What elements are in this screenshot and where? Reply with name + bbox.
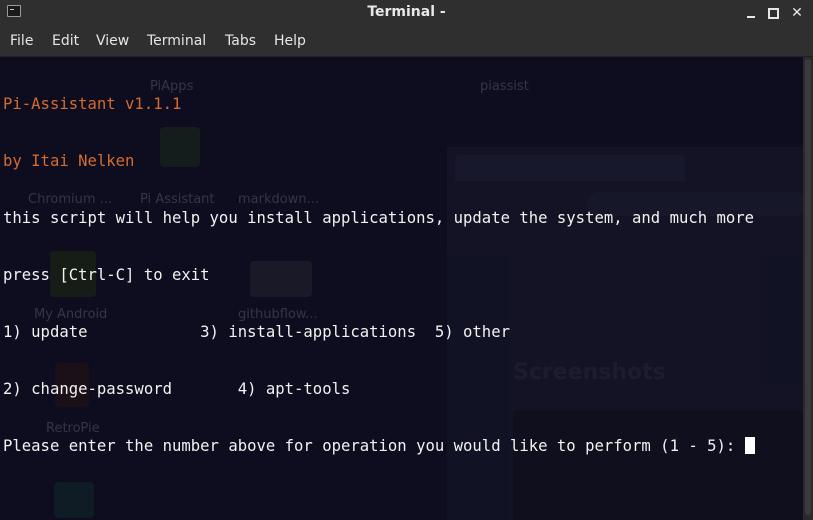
terminal-window: Terminal - ✕ File Edit View Terminal Tab… (0, 0, 813, 520)
terminal-line-description: this script will help you install applic… (3, 209, 755, 227)
minimize-button[interactable] (742, 4, 760, 22)
menu-help[interactable]: Help (274, 33, 306, 49)
window-title: Terminal - (367, 4, 446, 20)
scrollbar[interactable] (803, 57, 813, 520)
menu-view[interactable]: View (96, 33, 129, 49)
menu-terminal[interactable]: Terminal (147, 33, 206, 49)
terminal-line-prompt[interactable]: Please enter the number above for operat… (3, 437, 803, 456)
close-button[interactable]: ✕ (788, 4, 806, 22)
menu-edit[interactable]: Edit (52, 33, 79, 49)
prompt-text: Please enter the number above for operat… (3, 437, 745, 455)
title-bar[interactable]: Terminal - ✕ (0, 0, 813, 27)
terminal-line-author: by Itai Nelken (3, 152, 135, 170)
terminal-line-title: Pi-Assistant v1.1.1 (3, 95, 182, 113)
scrollbar-thumb[interactable] (805, 59, 811, 515)
terminal-line-options-2: 2) change-password 4) apt-tools (3, 380, 351, 398)
maximize-button[interactable] (764, 4, 782, 22)
terminal-text: Pi-Assistant v1.1.1 by Itai Nelken this … (3, 57, 803, 494)
terminal-line-options-1: 1) update 3) install-applications 5) oth… (3, 323, 510, 341)
text-cursor (744, 437, 755, 454)
menu-tabs[interactable]: Tabs (225, 33, 256, 49)
close-icon: ✕ (791, 5, 803, 21)
menu-file[interactable]: File (10, 33, 33, 49)
terminal-output[interactable]: PiApps piassist Chromium ... Pi Assistan… (0, 57, 803, 520)
terminal-line-exit-hint: press [Ctrl-C] to exit (3, 266, 210, 284)
menu-bar: File Edit View Terminal Tabs Help (0, 27, 813, 57)
